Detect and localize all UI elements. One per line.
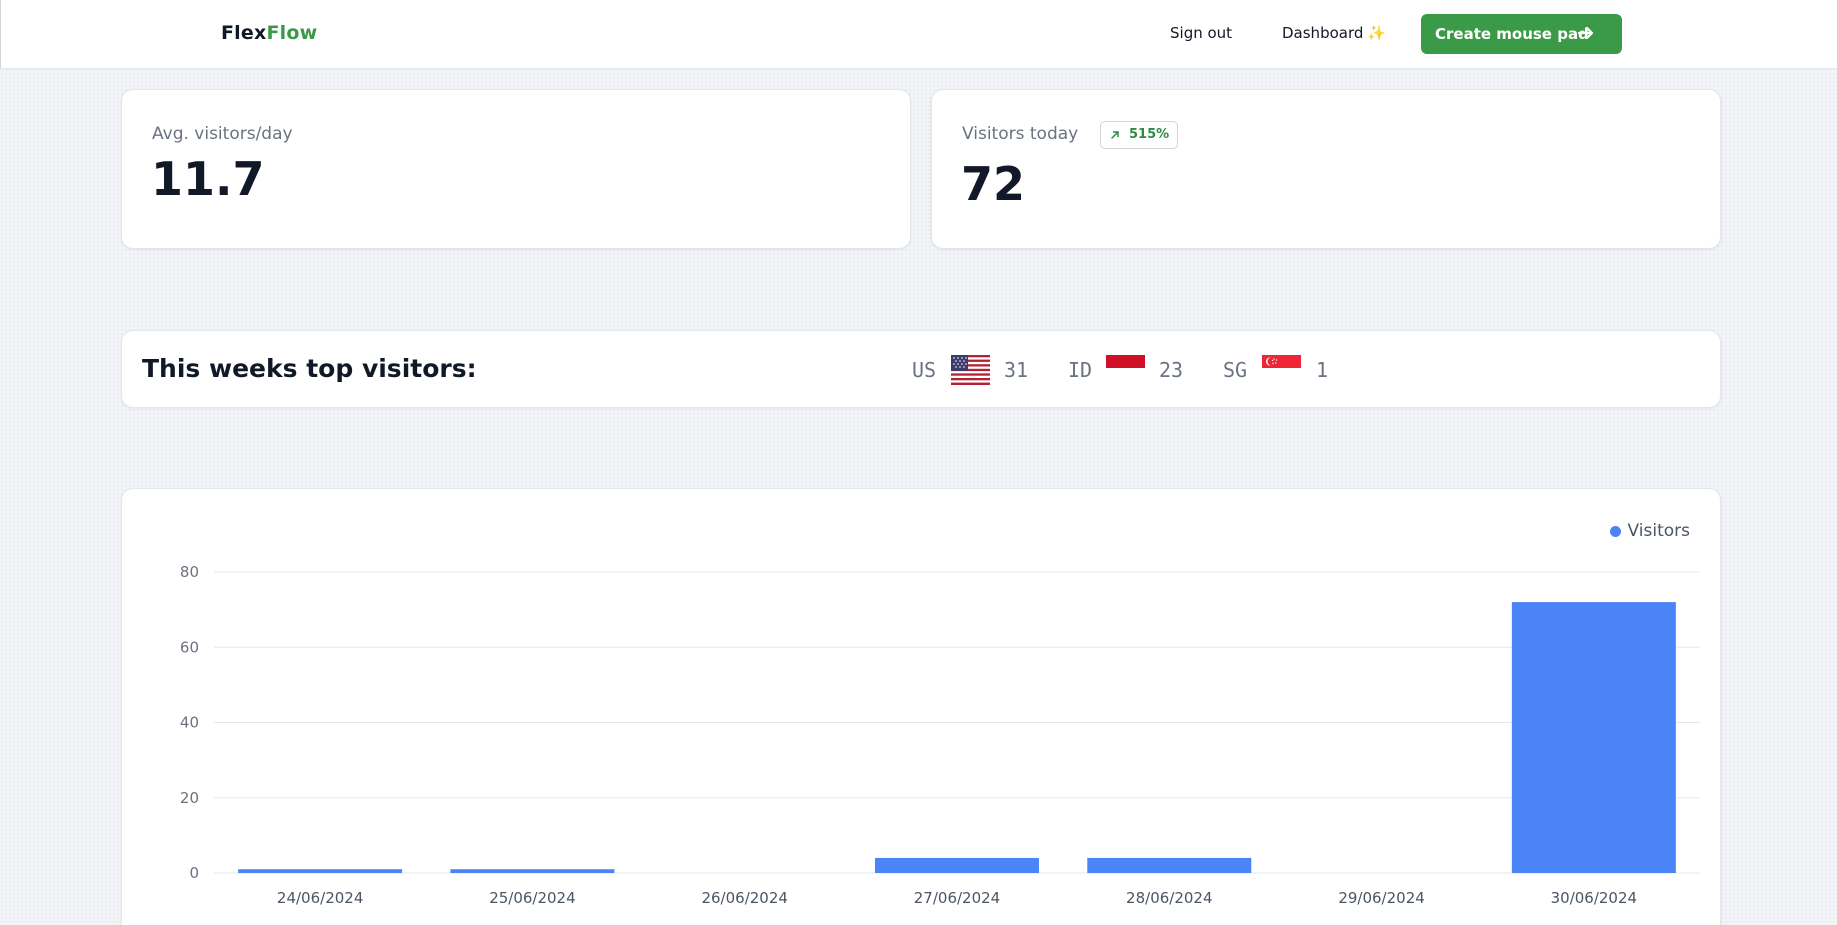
visitors-chart-card: Visitors 0 20 40 60 80 24/06/2024 25/06/2024 26…	[121, 488, 1721, 925]
y-tick-label: 60	[180, 638, 199, 656]
top-visitors-card: This weeks top visitors: US 31 ID 23 SG	[121, 330, 1721, 408]
singapore-flag-icon	[1262, 355, 1301, 381]
create-mouse-pad-label: Create mouse pad	[1435, 25, 1589, 43]
bar[interactable]	[1087, 857, 1252, 873]
country-code-id: ID	[1068, 358, 1093, 382]
x-tick-label: 25/06/2024	[489, 889, 575, 907]
x-tick-label: 26/06/2024	[701, 889, 787, 907]
indonesia-flag-icon	[1106, 355, 1145, 381]
y-tick-label: 20	[180, 789, 199, 807]
change-value: 515%	[1129, 127, 1170, 142]
avg-visitors-card: Avg. visitors/day 11.7	[121, 89, 911, 249]
arrow-right-icon	[1577, 26, 1594, 40]
bar[interactable]	[450, 869, 615, 873]
visitors-today-value: 72	[961, 157, 1026, 211]
visitors-today-card: Visitors today 515% 72	[931, 89, 1721, 249]
country-count-sg: 1	[1316, 358, 1329, 382]
dashboard-label: Dashboard	[1282, 24, 1364, 42]
bar[interactable]	[1511, 602, 1676, 873]
bar[interactable]	[875, 857, 1039, 873]
create-mouse-pad-button[interactable]: Create mouse pad	[1421, 14, 1622, 54]
y-tick-label: 40	[180, 714, 199, 732]
country-count-id: 23	[1159, 358, 1184, 382]
logo[interactable]: FlexFlow	[221, 22, 317, 44]
y-tick-label: 0	[189, 864, 199, 882]
navbar: FlexFlow Sign out Dashboard ✨ Create mous…	[0, 0, 1837, 69]
change-badge: 515%	[1100, 121, 1179, 149]
us-flag-icon	[951, 355, 990, 385]
visitors-today-label: Visitors today	[962, 124, 1079, 144]
logo-part-2: Flow	[266, 22, 318, 44]
bar[interactable]	[238, 869, 403, 873]
avg-visitors-label: Avg. visitors/day	[152, 124, 293, 144]
logo-part-1: Flex	[221, 22, 267, 44]
top-visitors-title: This weeks top visitors:	[142, 354, 477, 383]
y-tick-label: 80	[180, 563, 199, 581]
x-tick-label: 27/06/2024	[914, 889, 1000, 907]
avg-visitors-value: 11.7	[151, 152, 265, 206]
x-tick-label: 24/06/2024	[277, 889, 363, 907]
x-tick-label: 29/06/2024	[1338, 889, 1424, 907]
x-tick-label: 28/06/2024	[1126, 889, 1212, 907]
country-code-sg: SG	[1223, 358, 1248, 382]
dashboard-link[interactable]: Dashboard ✨	[1282, 24, 1386, 42]
bar-chart: 0 20 40 60 80 24/06/2024 25/06/2024 26/06/2024 2…	[180, 563, 1700, 907]
sparkle-icon: ✨	[1367, 24, 1387, 42]
sign-out-link[interactable]: Sign out	[1170, 24, 1232, 42]
arrow-up-right-icon	[1111, 131, 1119, 139]
x-tick-label: 30/06/2024	[1551, 889, 1637, 907]
country-code-us: US	[912, 358, 937, 382]
country-count-us: 31	[1004, 358, 1029, 382]
